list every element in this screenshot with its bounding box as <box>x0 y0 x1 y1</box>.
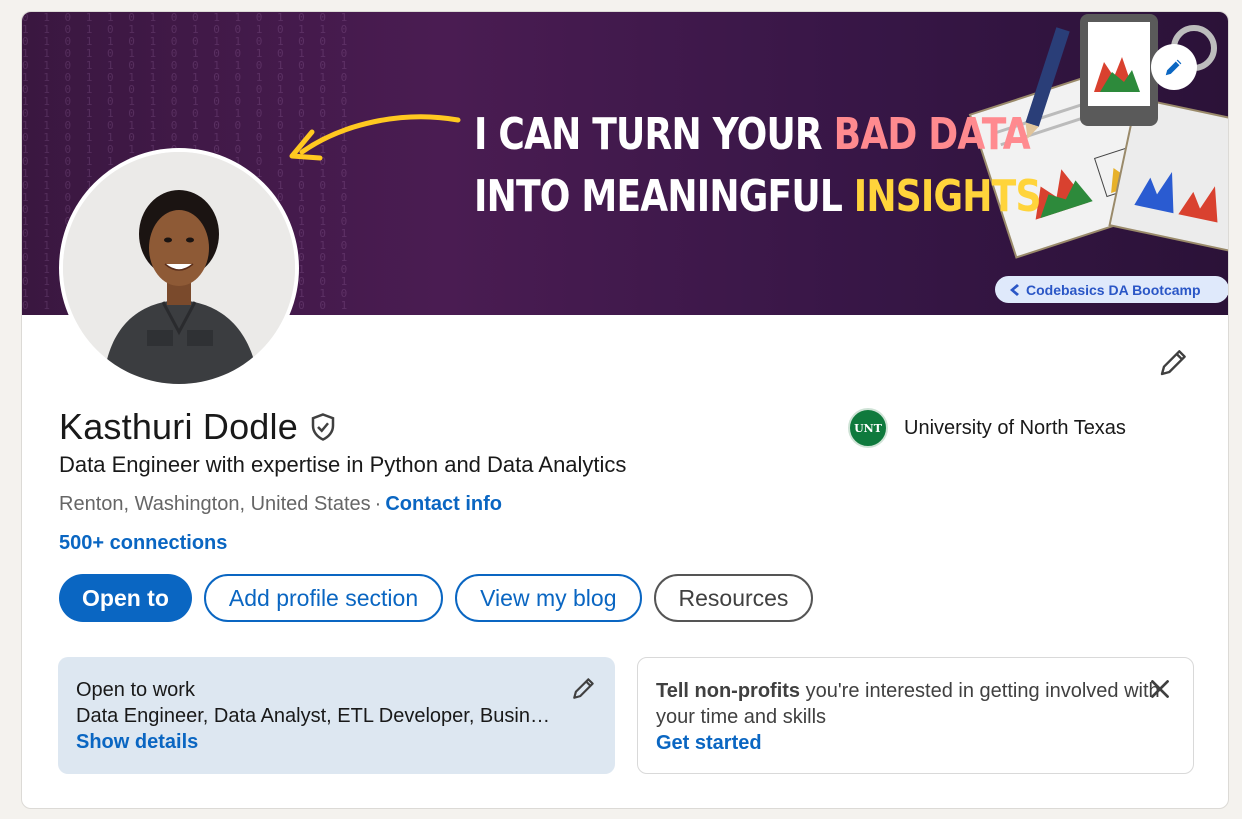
get-started-link[interactable]: Get started <box>656 730 1175 756</box>
pencil-icon <box>1165 59 1182 76</box>
pencil-icon <box>1160 350 1186 376</box>
profile-name: Kasthuri Dodle <box>59 406 298 447</box>
codebasics-logo-icon <box>1010 283 1019 296</box>
education-entry[interactable]: UNT University of North Texas <box>848 408 1126 448</box>
profile-photo[interactable] <box>59 148 299 388</box>
banner-headline: I CAN TURN YOUR BAD DATA INTO MEANINGFUL… <box>474 109 1041 222</box>
avatar-image <box>63 152 295 384</box>
nonprofit-card: Tell non-profits you're interested in ge… <box>637 657 1194 774</box>
education-name: University of North Texas <box>904 416 1126 439</box>
open-to-work-card: Open to work Data Engineer, Data Analyst… <box>58 657 615 774</box>
pencil-icon[interactable] <box>571 675 597 701</box>
profile-headline: Data Engineer with expertise in Python a… <box>59 452 627 477</box>
unt-logo: UNT <box>848 408 888 448</box>
contact-info-link[interactable]: Contact info <box>385 493 502 515</box>
location-row: Renton, Washington, United States · Contac… <box>59 493 502 515</box>
edit-banner-button[interactable] <box>1151 44 1197 90</box>
profile-location: Renton, Washington, United States <box>59 493 371 515</box>
view-my-blog-button[interactable]: View my blog <box>455 574 642 622</box>
name-row: Kasthuri Dodle <box>59 406 338 448</box>
open-to-work-title: Open to work <box>76 679 195 701</box>
close-icon[interactable] <box>1147 676 1173 702</box>
resources-button[interactable]: Resources <box>653 574 814 622</box>
codebasics-badge: Codebasics DA Bootcamp <box>995 276 1228 303</box>
connections-link[interactable]: 500+ connections <box>59 532 227 555</box>
profile-card: 0 1 0 1 1 0 1 0 0 1 1 0 1 0 0 1 0 1 1 0 … <box>21 11 1229 809</box>
edit-profile-button[interactable] <box>1156 344 1192 380</box>
open-to-button[interactable]: Open to <box>59 574 192 622</box>
open-to-work-roles: Data Engineer, Data Analyst, ETL Develop… <box>76 705 552 727</box>
show-details-link[interactable]: Show details <box>76 729 597 755</box>
verified-shield-icon[interactable] <box>308 412 338 442</box>
profile-actions: Open to Add profile section View my blog… <box>59 574 814 622</box>
add-profile-section-button[interactable]: Add profile section <box>203 574 444 622</box>
nonprofit-text: Tell non-profits you're interested in ge… <box>656 680 1160 728</box>
